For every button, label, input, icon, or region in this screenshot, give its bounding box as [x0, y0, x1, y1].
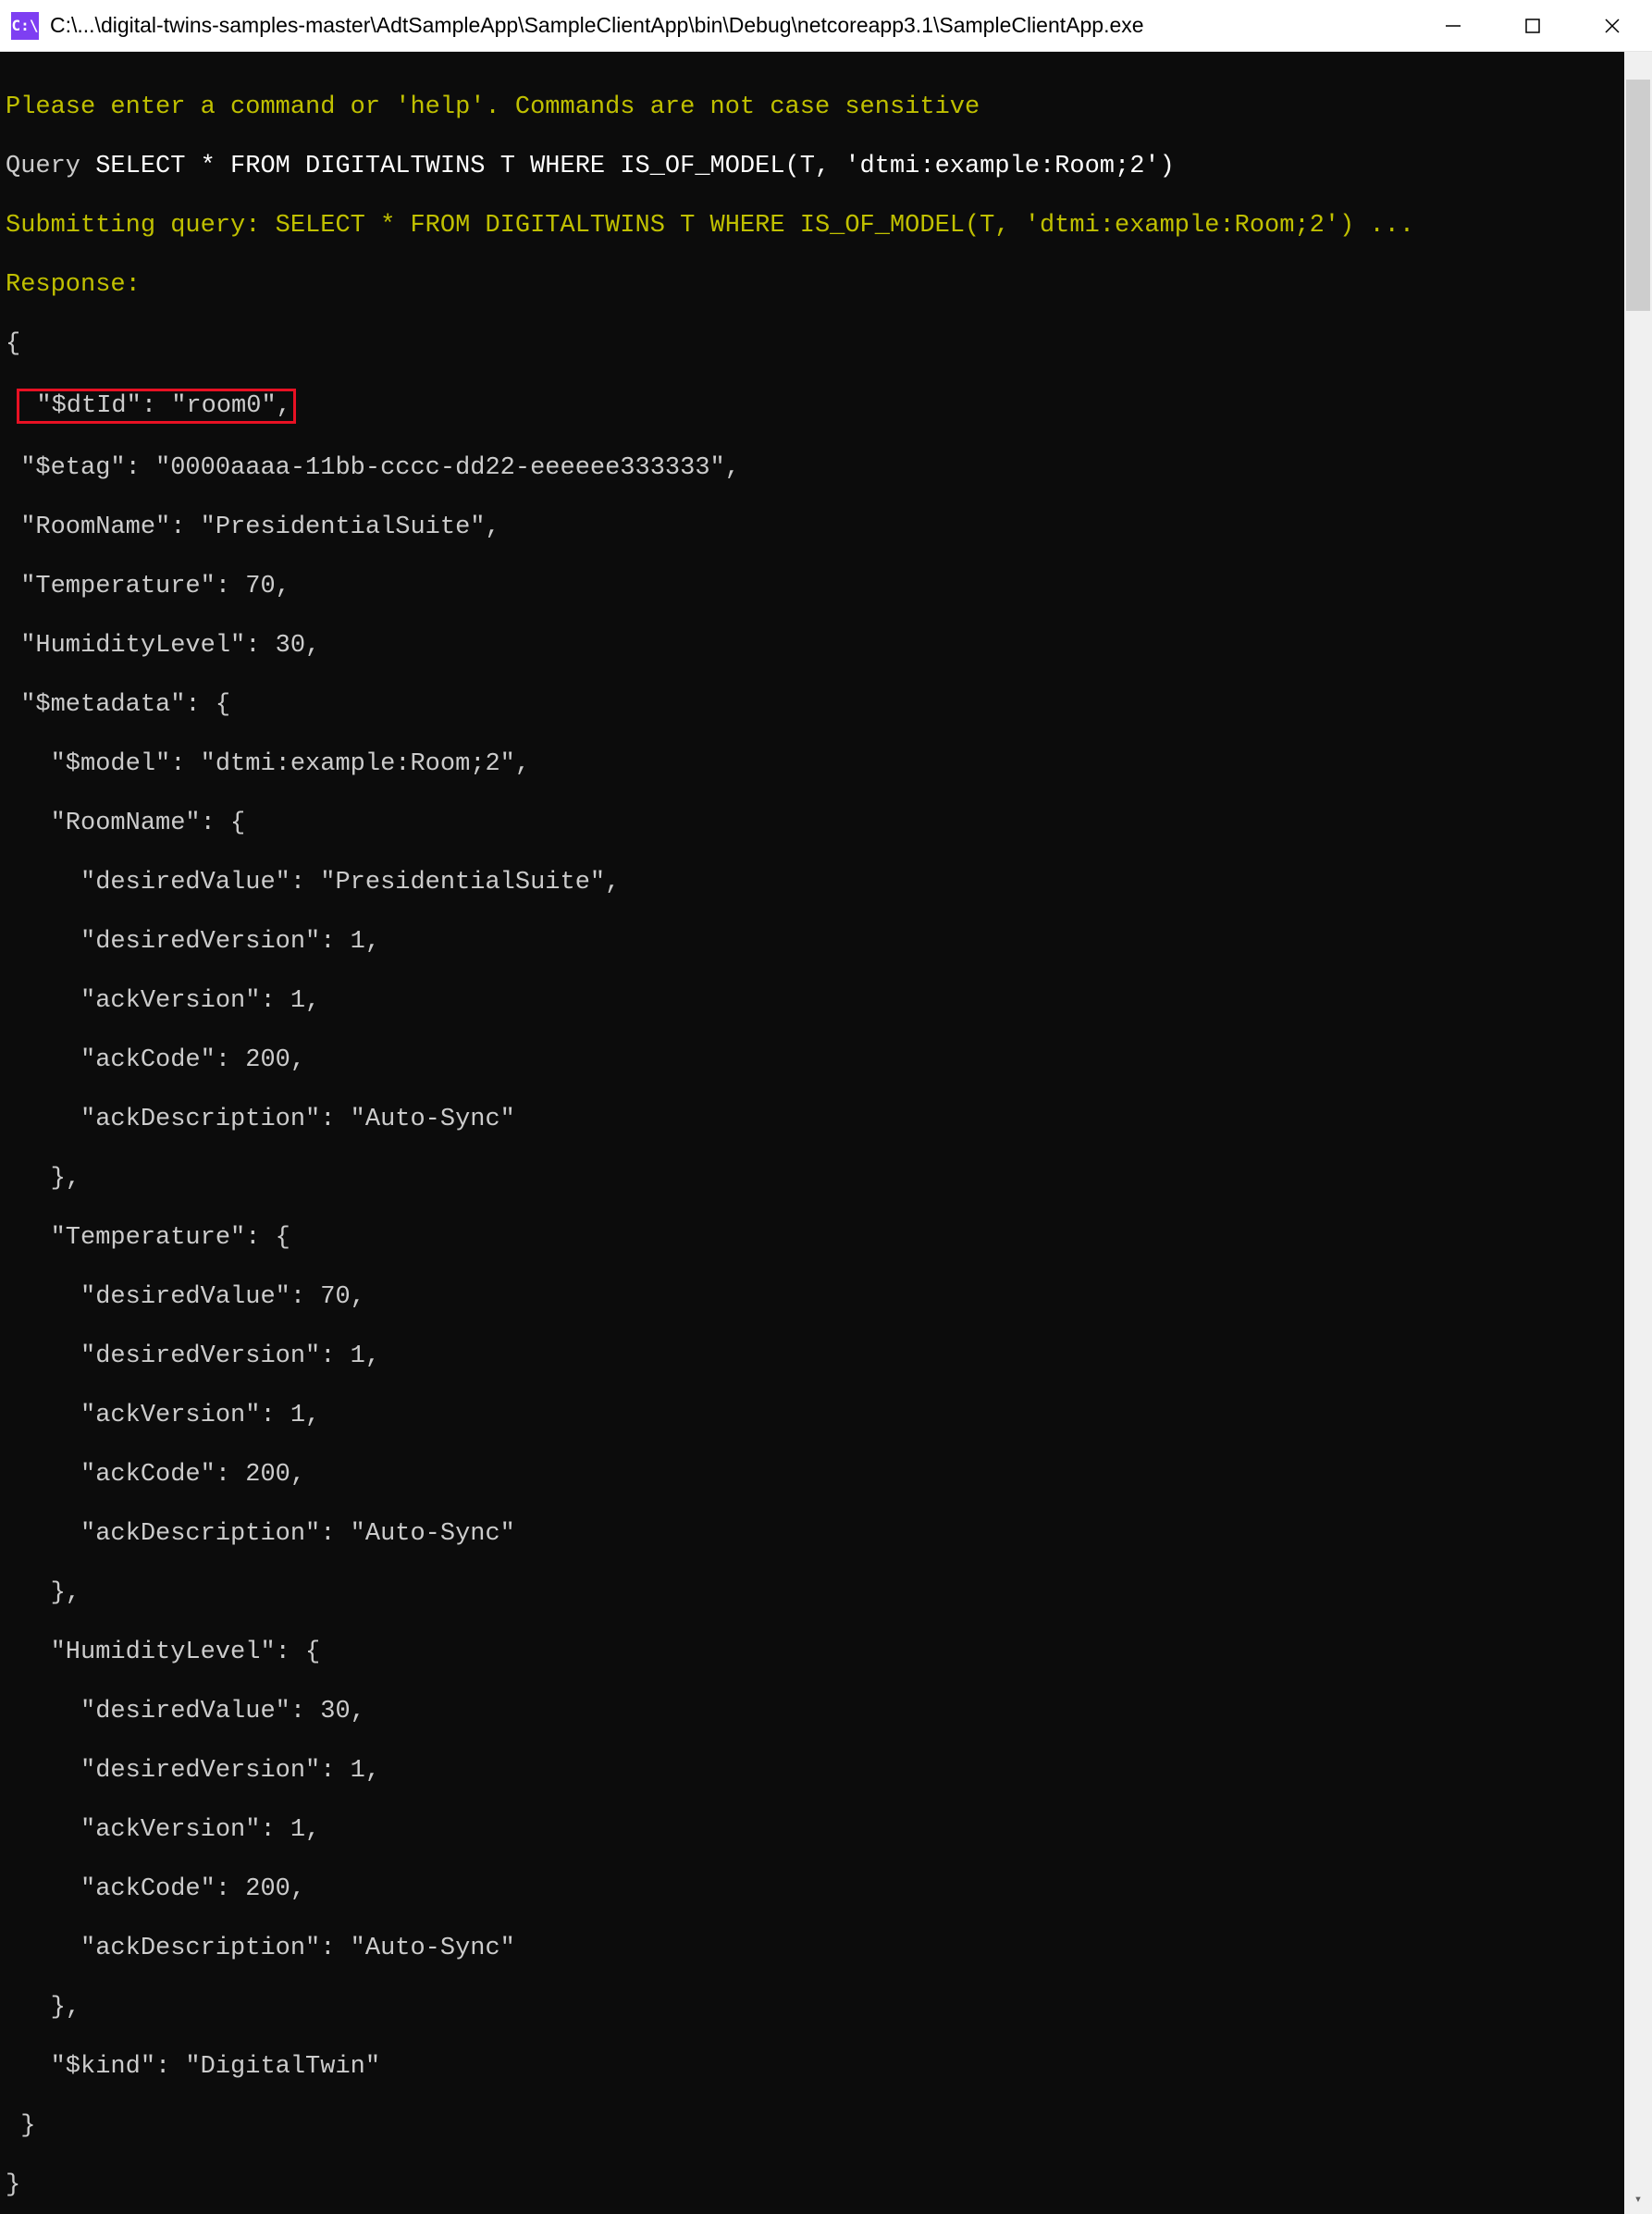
- minimize-button[interactable]: [1413, 0, 1493, 51]
- query-label: Query: [6, 153, 95, 180]
- json-brace-close: }: [6, 2171, 1646, 2200]
- json-line: "$model": "dtmi:example:Room;2",: [6, 749, 1646, 779]
- json-line: },: [6, 1164, 1646, 1194]
- window-title: C:\...\digital-twins-samples-master\AdtS…: [50, 13, 1413, 38]
- window-controls: [1413, 0, 1652, 51]
- json-line: "desiredValue": 30,: [6, 1697, 1646, 1726]
- minimize-icon: [1444, 17, 1462, 35]
- json-line: "$dtId": "room0",: [6, 389, 1646, 424]
- json-line: "$kind": "DigitalTwin": [6, 2052, 1646, 2082]
- json-brace-open: {: [6, 329, 1646, 359]
- app-icon-text: C:\: [12, 17, 39, 34]
- json-line: "desiredValue": 70,: [6, 1282, 1646, 1312]
- json-line: "Temperature": {: [6, 1223, 1646, 1253]
- json-line: "ackVersion": 1,: [6, 1815, 1646, 1845]
- prompt-line: Please enter a command or 'help'. Comman…: [6, 93, 1646, 122]
- vertical-scrollbar[interactable]: ▴ ▾: [1624, 52, 1652, 2214]
- console-output[interactable]: Please enter a command or 'help'. Comman…: [0, 52, 1652, 2214]
- scrollbar-thumb[interactable]: [1626, 80, 1650, 311]
- close-icon: [1603, 17, 1621, 35]
- json-line: "RoomName": {: [6, 809, 1646, 838]
- maximize-icon: [1523, 17, 1542, 35]
- json-line: },: [6, 1578, 1646, 1608]
- json-line: "ackDescription": "Auto-Sync": [6, 1105, 1646, 1134]
- submitting-line: Submitting query: SELECT * FROM DIGITALT…: [6, 211, 1646, 241]
- json-line: "HumidityLevel": {: [6, 1638, 1646, 1667]
- json-line: "desiredVersion": 1,: [6, 1756, 1646, 1786]
- json-line: "HumidityLevel": 30,: [6, 631, 1646, 661]
- response-label: Response:: [6, 270, 1646, 300]
- dtid-highlight: "$dtId": "room0",: [17, 389, 296, 424]
- scroll-down-arrow-icon[interactable]: ▾: [1624, 2186, 1652, 2214]
- maximize-button[interactable]: [1493, 0, 1572, 51]
- json-line: "$metadata": {: [6, 690, 1646, 720]
- json-line: "RoomName": "PresidentialSuite",: [6, 513, 1646, 542]
- json-line: "desiredVersion": 1,: [6, 927, 1646, 957]
- json-line: "ackCode": 200,: [6, 1045, 1646, 1075]
- json-line: },: [6, 1993, 1646, 2022]
- app-icon: C:\: [11, 12, 39, 40]
- query-text: SELECT * FROM DIGITALTWINS T WHERE IS_OF…: [95, 153, 1175, 180]
- json-line: "ackDescription": "Auto-Sync": [6, 1934, 1646, 1963]
- json-line: "ackVersion": 1,: [6, 986, 1646, 1016]
- json-line: "desiredVersion": 1,: [6, 1342, 1646, 1371]
- json-line: "desiredValue": "PresidentialSuite",: [6, 868, 1646, 897]
- json-line: "ackVersion": 1,: [6, 1401, 1646, 1430]
- json-line: "ackDescription": "Auto-Sync": [6, 1519, 1646, 1549]
- json-line: }: [6, 2111, 1646, 2141]
- json-line: "$etag": "0000aaaa-11bb-cccc-dd22-eeeeee…: [6, 453, 1646, 483]
- json-line: "Temperature": 70,: [6, 572, 1646, 601]
- query-line: Query SELECT * FROM DIGITALTWINS T WHERE…: [6, 152, 1646, 181]
- json-line: "ackCode": 200,: [6, 1874, 1646, 1904]
- close-button[interactable]: [1572, 0, 1652, 51]
- json-line: "ackCode": 200,: [6, 1460, 1646, 1490]
- window-titlebar: C:\ C:\...\digital-twins-samples-master\…: [0, 0, 1652, 52]
